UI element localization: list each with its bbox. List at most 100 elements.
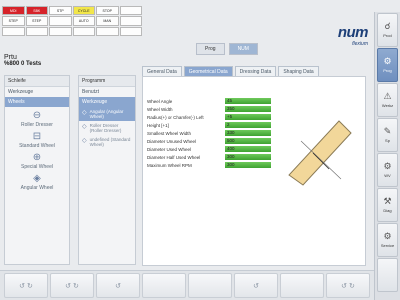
softkey-button[interactable]: ↺ (234, 273, 278, 298)
parameter-row: Diameter Used Wheel 400 (147, 145, 277, 153)
program-tool-item[interactable]: ◇ Roller Dresser (Roller Dresser) (79, 121, 135, 135)
softkey-button[interactable]: ↺ ↻ (50, 273, 94, 298)
parameter-label: Radius(+) or Chamfer(-) Left (147, 114, 204, 120)
parameter-value-field[interactable]: 45 (225, 98, 271, 104)
mode-toolbar: Prog NUM (196, 43, 258, 55)
status-cell (49, 26, 72, 36)
status-cell (25, 26, 48, 36)
status-cell: AUTO (72, 16, 95, 26)
parameter-label: Wheel Width (147, 106, 173, 112)
parameter-value-field[interactable]: 330 (225, 130, 271, 136)
wheel-type-item[interactable]: ◈ Angular Wheel (5, 174, 69, 192)
action-rail: ☌ Prod ⚙ Prog ⚠ Werkz ✎ Sp ⚙ WV ⚒ Diag ⚙ Service (374, 12, 400, 300)
wheel-type-icon: ⊟ (32, 131, 42, 142)
rail-icon: ⚙ (383, 231, 392, 241)
softkey-button[interactable]: ↺ ↻ (4, 273, 48, 298)
page-subtitle: %800 0 Tests (4, 61, 42, 67)
tool-category-wheels[interactable]: Wheels (5, 97, 69, 107)
status-cell (119, 26, 142, 36)
parameter-label: Smallest Wheel Width (147, 130, 192, 136)
page-title: Prtu (4, 54, 17, 61)
program-tool-icon: ◇ (82, 138, 87, 144)
parameter-label: Diameter Unused Wheel (147, 138, 197, 144)
softkey-button[interactable] (280, 273, 324, 298)
parameter-label: Diameter Half Used Wheel (147, 154, 201, 160)
parameter-row: Height [+1] 2 (147, 121, 277, 129)
logo-text: num (337, 24, 369, 41)
rail-button-wv[interactable]: ⚙ WV (377, 153, 398, 187)
rail-label: Sp (385, 138, 390, 143)
softkey-button[interactable]: ↺ (96, 273, 140, 298)
parameter-row: Diameter Unused Wheel 500 (147, 137, 277, 145)
rail-icon: ⚒ (383, 196, 392, 206)
tool-library-header: Schleife (5, 76, 69, 87)
parameter-label: Height [+1] (147, 122, 169, 128)
wheel-diagram (288, 120, 352, 186)
wheel-type-item[interactable]: ⊟ Standard Wheel (5, 131, 69, 150)
parameter-row: Wheel Width 350 (147, 105, 277, 113)
status-cell (72, 26, 95, 36)
rail-label: Service (380, 243, 395, 248)
detail-panel: Wheel Angle 45 Wheel Width 350 Radius(+) or … (142, 76, 366, 266)
rail-button-werkz[interactable]: ⚠ Werkz (377, 83, 398, 117)
rail-button-service[interactable]: ⚙ Service (377, 223, 398, 257)
parameter-value-field[interactable]: 2 (225, 122, 271, 128)
status-cell: STOP (96, 6, 119, 16)
parameter-list: Wheel Angle 45 Wheel Width 350 Radius(+) or … (147, 97, 277, 169)
status-cell: STEP (2, 16, 25, 26)
status-cell: CYCLE (72, 6, 95, 16)
rail-icon: ☌ (384, 21, 391, 31)
rail-label: Prod (383, 33, 392, 38)
status-cell (119, 6, 142, 16)
status-panel: MDI SBK STP CYCLE STOP STEP STEP AUTO MAN (2, 6, 142, 36)
rail-button-diag[interactable]: ⚒ Diag (377, 188, 398, 222)
rail-button-prog[interactable]: ⚙ Prog (377, 48, 398, 82)
rail-button-sp[interactable]: ✎ Sp (377, 118, 398, 152)
program-category-benutzt[interactable]: Benutzt (79, 87, 135, 97)
status-cell (2, 26, 25, 36)
program-tool-label: undefined (Standard Wheel) (89, 137, 131, 147)
wheel-shape (288, 120, 352, 186)
softkey-button[interactable] (188, 273, 232, 298)
parameter-row: Smallest Wheel Width 330 (147, 129, 277, 137)
parameter-value-field[interactable]: 400 (225, 146, 271, 152)
wheel-type-label: Roller Dresser (21, 122, 53, 128)
status-cell: STP (49, 6, 72, 16)
page-heading: Prtu %800 0 Tests (4, 54, 41, 67)
status-cell (119, 16, 142, 26)
parameter-value-field[interactable]: 300 (225, 162, 271, 168)
prog-mode-tab[interactable]: Prog (196, 43, 225, 55)
wheel-type-label: Angular Wheel (20, 185, 54, 191)
rail-label: Diag (383, 208, 392, 213)
rail-icon: ✎ (383, 126, 392, 136)
logo-subtitle: flexium (352, 41, 368, 47)
wheel-type-icon: ⊕ (32, 152, 42, 163)
softkey-bar: ↺ ↻ ↺ ↻ ↺ ↺ ↺ ↻ (0, 270, 374, 300)
program-tool-item[interactable]: ◇ Angular (Angular Wheel) (79, 107, 135, 121)
program-tools-header: Programm (79, 76, 135, 87)
softkey-button[interactable] (142, 273, 186, 298)
softkey-button[interactable]: ↺ ↻ (326, 273, 370, 298)
parameter-value-field[interactable]: 500 (225, 138, 271, 144)
rail-label: WV (384, 173, 391, 178)
parameter-label: Maximum Wheel RPM (147, 162, 192, 168)
parameter-label: Diameter Used Wheel (147, 146, 192, 152)
num-mode-tab[interactable]: NUM (228, 43, 258, 55)
program-tool-item[interactable]: ◇ undefined (Standard Wheel) (79, 135, 135, 149)
parameter-label: Wheel Angle (147, 98, 173, 104)
parameter-row: Diameter Half Used Wheel 300 (147, 153, 277, 161)
program-tool-label: Roller Dresser (Roller Dresser) (89, 123, 122, 133)
wheel-type-item[interactable]: ⊕ Special Wheel (5, 152, 69, 171)
rail-label: Prog (383, 68, 392, 73)
program-category-werkzeuge[interactable]: Werkzeuge (79, 97, 135, 107)
parameter-value-field[interactable]: 300 (225, 154, 271, 160)
rail-button-prod[interactable]: ☌ Prod (377, 13, 398, 47)
wheel-type-item[interactable]: ⊖ Roller Dresser (5, 111, 69, 129)
status-cell: STEP (25, 16, 48, 26)
program-tools-column: Programm Benutzt Werkzeuge ◇ Angular (Angu… (78, 75, 136, 265)
parameter-value-field[interactable]: +5 (225, 114, 271, 120)
rail-button-empty[interactable] (377, 258, 398, 292)
rail-label: Werkz (381, 103, 394, 108)
parameter-value-field[interactable]: 350 (225, 106, 271, 112)
tool-category-werkzeuge[interactable]: Werkzeuge (5, 87, 69, 97)
